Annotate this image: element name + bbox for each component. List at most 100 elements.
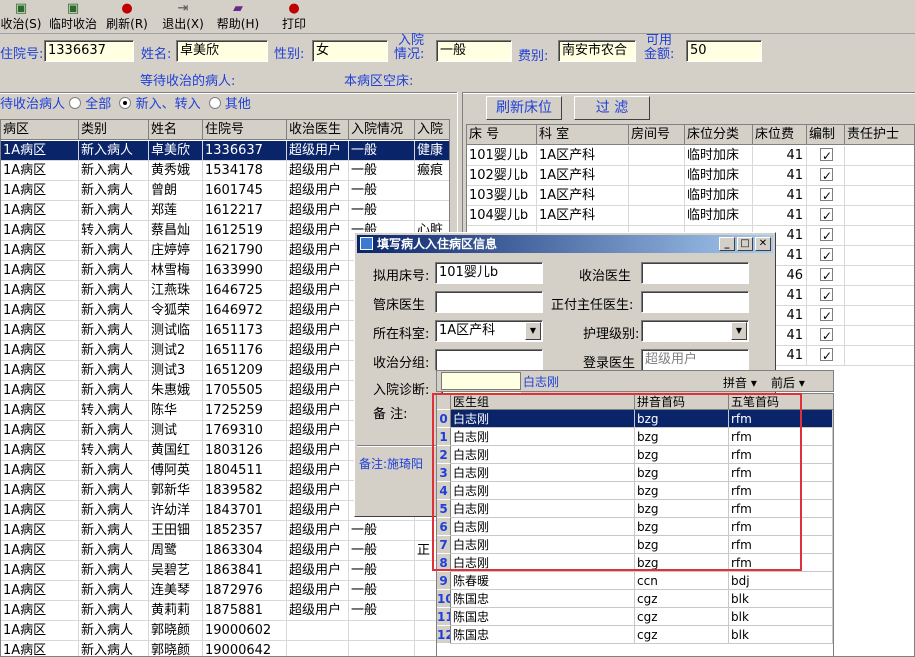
- table-row[interactable]: 104婴儿b 1A区产科 临时加床 41: [467, 206, 914, 226]
- list-item[interactable]: 11陈国忠cgzblk: [437, 608, 833, 626]
- filter-other-radio[interactable]: [208, 97, 221, 109]
- table-cell: 1A病区: [1, 641, 79, 656]
- table-row[interactable]: 1A病区 新入病人 黄莉莉 1875881 超级用户 一般: [1, 601, 449, 621]
- bed-field[interactable]: 101婴儿b: [435, 262, 543, 284]
- bed-col-2[interactable]: 房间号: [629, 125, 685, 145]
- list-item[interactable]: 5 白志刚 bzg rfm: [437, 500, 833, 518]
- help-button[interactable]: ▰ 帮助(H): [214, 1, 262, 33]
- staffed-checkbox[interactable]: [807, 186, 845, 206]
- bed-col-0[interactable]: 床 号: [467, 125, 537, 145]
- filter-new-transfer-radio[interactable]: [119, 97, 132, 109]
- table-row[interactable]: 1A病区 新入病人 郑莲 1612217 超级用户 一般: [1, 201, 449, 221]
- patient-col-2[interactable]: 姓名: [149, 120, 203, 140]
- nursing-select[interactable]: ▼: [641, 320, 749, 342]
- table-row[interactable]: 102婴儿b 1A区产科 临时加床 41: [467, 166, 914, 186]
- table-cell: 超级用户: [287, 481, 349, 501]
- staffed-checkbox[interactable]: [807, 286, 845, 306]
- checkbox-icon[interactable]: [820, 346, 833, 366]
- dept-select[interactable]: 1A区产科 ▼: [435, 320, 543, 342]
- chief-doctor-field[interactable]: [641, 291, 749, 313]
- refresh-button[interactable]: ● 刷新(R): [104, 1, 150, 33]
- staffed-checkbox[interactable]: [807, 266, 845, 286]
- checkbox-icon[interactable]: [820, 326, 833, 346]
- minimize-icon[interactable]: _: [719, 237, 735, 251]
- list-item[interactable]: 12陈国忠cgzblk: [437, 626, 833, 644]
- pinyin-mode-dropdown[interactable]: 拼音 ▾: [723, 374, 757, 391]
- bed-col-3[interactable]: 床位分类: [685, 125, 753, 145]
- match-mode-dropdown[interactable]: 前后 ▾: [771, 374, 805, 391]
- chevron-down-icon[interactable]: ▼: [525, 322, 541, 340]
- patient-col-0[interactable]: 病区: [1, 120, 79, 140]
- table-row[interactable]: 1A病区 新入病人 周鹭 1863304 超级用户 一般正: [1, 541, 449, 561]
- checkbox-icon[interactable]: [820, 246, 833, 266]
- checkbox-icon[interactable]: [820, 286, 833, 306]
- admit-button[interactable]: ▣ 收治(S): [0, 1, 42, 33]
- table-row[interactable]: 1A病区 新入病人 曾朗 1601745 超级用户 一般: [1, 181, 449, 201]
- group-field[interactable]: [435, 349, 543, 371]
- staffed-checkbox[interactable]: [807, 226, 845, 246]
- login-doctor-field[interactable]: 超级用户: [641, 349, 749, 371]
- checkbox-icon[interactable]: [820, 186, 833, 206]
- checkbox-icon[interactable]: [820, 166, 833, 186]
- checkbox-icon[interactable]: [820, 226, 833, 246]
- checkbox-icon[interactable]: [820, 306, 833, 326]
- staffed-checkbox[interactable]: [807, 206, 845, 226]
- table-row[interactable]: 1A病区 新入病人 郭晓颜 19000602: [1, 621, 449, 641]
- table-row[interactable]: 101婴儿b 1A区产科 临时加床 41: [467, 146, 914, 166]
- staffed-checkbox[interactable]: [807, 306, 845, 326]
- list-item[interactable]: 2 白志刚 bzg rfm: [437, 446, 833, 464]
- staffed-checkbox[interactable]: [807, 166, 845, 186]
- chevron-down-icon[interactable]: ▼: [731, 322, 747, 340]
- doctor-popup-list[interactable]: 医生组 拼音首码 五笔首码 0 白志刚 bzg rfm 1 白志刚 bzg rfm 2 白志刚 bz…: [436, 393, 834, 657]
- staffed-checkbox[interactable]: [807, 346, 845, 366]
- bed-col-5[interactable]: 编制: [807, 125, 845, 145]
- patient-col-6[interactable]: 入院: [415, 120, 449, 140]
- patient-col-5[interactable]: 入院情况: [349, 120, 415, 140]
- filter-all-radio[interactable]: [69, 97, 82, 109]
- patient-col-1[interactable]: 类别: [79, 120, 149, 140]
- list-item[interactable]: 7 白志刚 bzg rfm: [437, 536, 833, 554]
- popup-search-input[interactable]: [441, 372, 521, 390]
- patient-col-4[interactable]: 收治医生: [287, 120, 349, 140]
- close-icon[interactable]: ✕: [755, 237, 771, 251]
- fee-field[interactable]: 南安市农合: [558, 40, 636, 62]
- bed-col-4[interactable]: 床位费: [753, 125, 807, 145]
- list-item[interactable]: 6 白志刚 bzg rfm: [437, 518, 833, 536]
- table-row[interactable]: 103婴儿b 1A区产科 临时加床 41: [467, 186, 914, 206]
- checkbox-icon[interactable]: [820, 206, 833, 226]
- table-row[interactable]: 1A病区 新入病人 吴碧艺 1863841 超级用户 一般: [1, 561, 449, 581]
- list-item[interactable]: 8 白志刚 bzg rfm: [437, 554, 833, 572]
- temp-admit-button[interactable]: ▣ 临时收治: [46, 1, 100, 33]
- name-field[interactable]: 卓美欣: [176, 40, 268, 62]
- list-item[interactable]: 10陈国忠cgzblk: [437, 590, 833, 608]
- table-row[interactable]: 1A病区 新入病人 王田钿 1852357 超级用户 一般: [1, 521, 449, 541]
- available-field[interactable]: 50: [686, 40, 762, 62]
- table-row[interactable]: 1A病区 新入病人 连美琴 1872976 超级用户 一般: [1, 581, 449, 601]
- table-row[interactable]: 1A病区 新入病人 郭晓颜 19000642: [1, 641, 449, 656]
- patient-col-3[interactable]: 住院号: [203, 120, 287, 140]
- staffed-checkbox[interactable]: [807, 326, 845, 346]
- admission-no-field[interactable]: 1336637: [44, 40, 134, 62]
- bed-col-1[interactable]: 科 室: [537, 125, 629, 145]
- maximize-icon[interactable]: □: [737, 237, 753, 251]
- checkbox-icon[interactable]: [820, 266, 833, 286]
- list-item[interactable]: 4 白志刚 bzg rfm: [437, 482, 833, 500]
- list-item[interactable]: 9 陈春暖 ccn bdj: [437, 572, 833, 590]
- filter-button[interactable]: 过 滤: [574, 96, 650, 120]
- checkbox-icon[interactable]: [820, 146, 833, 166]
- gender-field[interactable]: 女: [312, 40, 388, 62]
- list-item[interactable]: 1 白志刚 bzg rfm: [437, 428, 833, 446]
- list-item[interactable]: 0 白志刚 bzg rfm: [437, 410, 833, 428]
- table-row[interactable]: 1A病区 新入病人 卓美欣 1336637 超级用户 一般 健康: [1, 141, 449, 161]
- print-button[interactable]: ● 打印: [276, 1, 312, 33]
- exit-button[interactable]: ⇥ 退出(X): [160, 1, 206, 33]
- admit-status-field[interactable]: 一般: [436, 40, 512, 62]
- refresh-beds-button[interactable]: 刷新床位: [486, 96, 562, 120]
- staffed-checkbox[interactable]: [807, 246, 845, 266]
- bed-col-6[interactable]: 责任护士: [845, 125, 914, 145]
- bed-doctor-field[interactable]: [435, 291, 543, 313]
- table-row[interactable]: 1A病区 新入病人 黄秀娥 1534178 超级用户 一般 瘢痕: [1, 161, 449, 181]
- list-item[interactable]: 3 白志刚 bzg rfm: [437, 464, 833, 482]
- staffed-checkbox[interactable]: [807, 146, 845, 166]
- admit-doctor-field[interactable]: [641, 262, 749, 284]
